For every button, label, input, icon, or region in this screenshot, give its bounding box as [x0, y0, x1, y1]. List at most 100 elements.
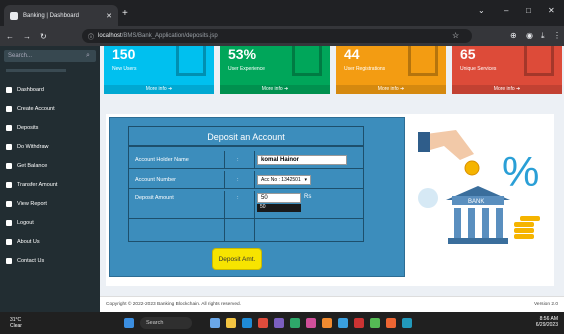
address-bar: ← → ↻ ⓘ localhost /BMS/Bank_Application/… — [0, 26, 564, 46]
tab-search-icon[interactable]: ⌄ — [478, 6, 485, 15]
sidebar-item-contact[interactable]: Contact Us — [6, 255, 44, 267]
about-icon — [6, 239, 12, 245]
stat-box-user-experience: 53% User Experience More info ➜ — [220, 46, 330, 94]
sidebar-item-create-account[interactable]: Create Account — [6, 103, 55, 115]
start-icon[interactable] — [124, 318, 134, 328]
contact-icon — [6, 258, 12, 264]
deposits-icon — [6, 125, 12, 131]
form-row-amount: Deposit Amount : 50 Rs 50 — [129, 191, 363, 219]
search-icon[interactable]: ⌕ — [86, 52, 94, 60]
dashboard-icon — [6, 87, 12, 93]
new-tab-button[interactable]: + — [122, 8, 128, 19]
app-icon[interactable] — [402, 318, 412, 328]
more-info-label: More info — [493, 86, 515, 92]
percent-icon: % — [502, 148, 539, 195]
sidebar-item-report[interactable]: View Report — [6, 198, 47, 210]
deposit-form-table: Account Holder Name : komal Hainor Accou… — [128, 146, 364, 242]
sidebar-item-dashboard[interactable]: Dashboard — [6, 84, 44, 96]
create-account-icon — [6, 106, 12, 112]
url-input[interactable]: ⓘ localhost /BMS/Bank_Application/deposi… — [82, 29, 472, 43]
sidebar-item-balance[interactable]: Get Balance — [6, 160, 47, 172]
bank-sign: BANK — [468, 199, 484, 205]
stat-label: New Users — [112, 66, 137, 72]
sidebar-item-label: Contact Us — [17, 258, 45, 264]
chevron-down-icon: ▾ — [304, 177, 307, 183]
number-separator: : — [225, 171, 255, 188]
report-icon — [6, 201, 12, 207]
more-info-link[interactable]: More info ➜ — [452, 85, 562, 94]
forward-icon[interactable]: → — [23, 32, 31, 41]
sidebar-header — [6, 69, 66, 72]
minimize-button[interactable]: – — [504, 6, 508, 15]
amount-unit: Rs — [304, 194, 312, 200]
empty-cell — [225, 219, 255, 241]
app-icon[interactable] — [274, 318, 284, 328]
app-icon[interactable] — [322, 318, 332, 328]
sidebar-item-label: View Report — [17, 201, 47, 207]
browser-window: Banking | Dashboard ✕ + ⌄ – □ ✕ ← → ↻ ⓘ … — [0, 0, 564, 334]
app-sidebar: Search... ⌕ Dashboard Create Account Dep… — [0, 46, 100, 312]
menu-icon[interactable]: ⋮ — [553, 31, 561, 40]
holder-separator: : — [225, 151, 255, 168]
more-info-label: More info — [261, 86, 283, 92]
weather-widget[interactable]: 31°C Clear — [10, 317, 22, 329]
favicon-icon — [10, 11, 18, 20]
app-icon[interactable] — [338, 318, 348, 328]
stat-value: 53% — [228, 46, 257, 62]
profile-icon[interactable]: ◉ — [526, 31, 533, 40]
browser-tab[interactable]: Banking | Dashboard ✕ — [4, 5, 118, 26]
logout-icon — [6, 220, 12, 226]
sidebar-item-deposits[interactable]: Deposits — [6, 122, 38, 134]
sidebar-item-label: Get Balance — [17, 163, 48, 169]
close-window-button[interactable]: ✕ — [548, 6, 555, 15]
extensions-icon[interactable]: ⊕ — [510, 31, 517, 40]
sidebar-item-transfer[interactable]: Transfer Amount — [6, 179, 57, 191]
taskview-icon[interactable] — [210, 318, 220, 328]
autocomplete-suggestion[interactable]: 50 — [257, 204, 301, 212]
sidebar-item-logout[interactable]: Logout — [6, 217, 34, 229]
app-icon[interactable] — [386, 318, 396, 328]
more-info-link[interactable]: More info ➜ — [104, 85, 214, 94]
holder-label: Account Holder Name — [129, 151, 225, 168]
page-footer: Copyright © 2022-2023 Banking Blockchain… — [100, 296, 564, 312]
deposit-amount-field[interactable]: 50 — [257, 193, 301, 203]
deposit-form-panel: Deposit an Account Account Holder Name :… — [109, 117, 405, 277]
app-icon[interactable] — [370, 318, 380, 328]
back-icon[interactable]: ← — [6, 32, 14, 41]
stat-box-registrations: 44 User Registrations More info ➜ — [336, 46, 446, 94]
system-tray[interactable]: 8:56 AM 6/29/2023 — [536, 316, 558, 328]
close-tab-icon[interactable]: ✕ — [106, 12, 112, 20]
more-info-link[interactable]: More info ➜ — [336, 85, 446, 94]
sidebar-item-about[interactable]: About Us — [6, 236, 40, 248]
maximize-button[interactable]: □ — [526, 6, 531, 15]
app-icon[interactable] — [290, 318, 300, 328]
app-icon[interactable] — [306, 318, 316, 328]
reload-icon[interactable]: ↻ — [40, 32, 47, 41]
deposit-button[interactable]: Deposit Amt. — [212, 248, 262, 270]
chrome-icon[interactable] — [258, 318, 268, 328]
more-info-link[interactable]: More info ➜ — [220, 85, 330, 94]
sidebar-search-input[interactable]: Search... — [4, 50, 96, 62]
transfer-icon — [6, 182, 12, 188]
stat-value: 65 — [460, 46, 476, 62]
stat-box-unique-services: 65 Unique Services More info ➜ — [452, 46, 562, 94]
account-holder-field[interactable]: komal Hainor — [257, 155, 347, 165]
main-content: 150 New Users More info ➜ 53% User Exper… — [100, 46, 564, 312]
copyright-text: Copyright © 2022-2023 Banking Blockchain… — [106, 302, 241, 307]
account-number-select[interactable]: Acc No : 1342501 ▾ — [257, 175, 311, 185]
sidebar-item-label: Transfer Amount — [17, 182, 58, 188]
more-info-label: More info — [145, 86, 167, 92]
version-text: Version 2.0 — [533, 302, 558, 307]
bookmark-star-icon[interactable]: ☆ — [452, 31, 459, 40]
app-icon[interactable] — [354, 318, 364, 328]
number-label: Account Number — [129, 171, 225, 188]
taskbar-search[interactable]: Search — [140, 317, 192, 329]
stat-value: 150 — [112, 46, 136, 62]
edge-icon[interactable] — [242, 318, 252, 328]
tab-strip: Banking | Dashboard ✕ + ⌄ – □ ✕ — [0, 0, 564, 26]
deposit-section: Deposit an Account Account Holder Name :… — [106, 114, 554, 286]
file-explorer-icon[interactable] — [226, 318, 236, 328]
user-add-icon — [408, 46, 438, 76]
download-icon[interactable]: ⤓ — [541, 31, 545, 41]
sidebar-item-withdraw[interactable]: Do Withdraw — [6, 141, 48, 153]
